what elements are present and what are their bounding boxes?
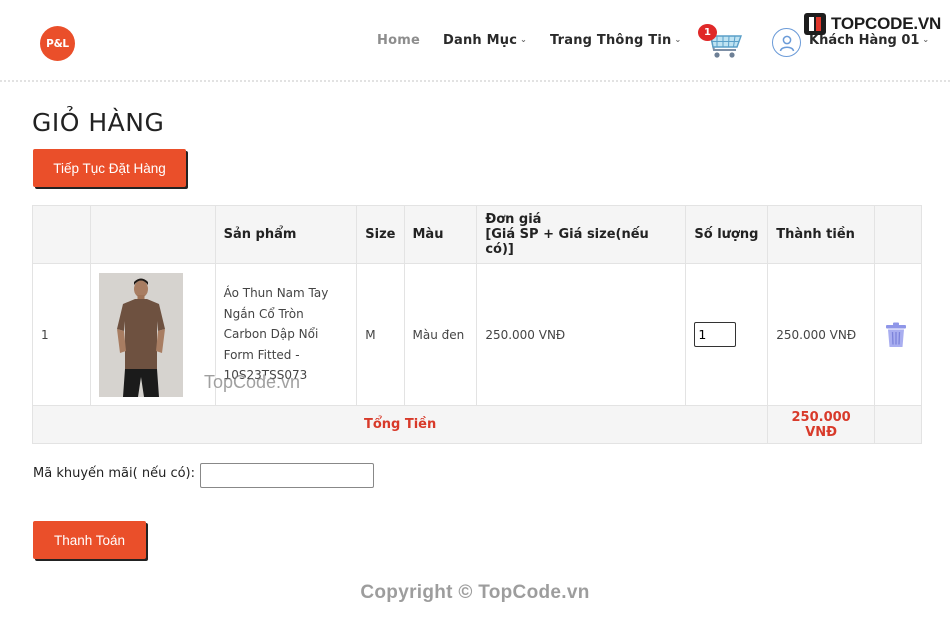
header-unit-price-line1: Đơn giá	[485, 212, 542, 227]
watermark-center: TopCode.vn	[204, 372, 301, 392]
cart-button[interactable]: 1	[698, 24, 744, 60]
copyright-watermark: Copyright © TopCode.vn	[360, 582, 590, 603]
product-name[interactable]: Áo Thun Nam Tay Ngắn Cổ Tròn Carbon Dập …	[224, 283, 349, 386]
row-subtotal: 250.000 VNĐ	[767, 263, 875, 406]
header-subtotal: Thành tiền	[767, 205, 875, 264]
header-quantity: Số lượng	[685, 205, 769, 264]
row-color: Màu đen	[403, 263, 478, 406]
header-action	[874, 205, 922, 264]
header-size: Size	[356, 205, 405, 264]
row-unit-price: 250.000 VNĐ	[476, 263, 687, 406]
total-empty-cell	[874, 405, 922, 444]
watermark-brand-text: TOPCODE.VN	[831, 14, 942, 33]
user-avatar[interactable]	[772, 28, 801, 57]
nav-home-label: Home	[377, 33, 420, 48]
topcode-logo-icon	[804, 13, 826, 35]
total-row: Tổng Tiền 250.000 VNĐ	[31, 405, 922, 444]
product-photo	[98, 272, 183, 397]
row-size: M	[356, 263, 405, 406]
cart-count-badge: 1	[698, 24, 717, 41]
nav-categories-label: Danh Mục	[443, 33, 518, 48]
cart-count: 1	[704, 27, 711, 38]
header-image	[89, 205, 216, 264]
site-logo[interactable]: P&L	[40, 26, 75, 61]
table-header-row: Sản phẩm Size Màu Đơn giá [Giá SP + Giá …	[32, 205, 922, 264]
chevron-down-icon: ⌄	[674, 35, 682, 44]
header-product: Sản phẩm	[214, 205, 358, 264]
row-quantity-cell	[685, 263, 769, 406]
quantity-input[interactable]	[694, 322, 737, 347]
chevron-down-icon: ⌄	[520, 35, 528, 44]
cart-table: Sản phẩm Size Màu Đơn giá [Giá SP + Giá …	[31, 205, 922, 444]
user-icon	[779, 35, 794, 51]
watermark-brand: TOPCODE.VN	[803, 11, 941, 37]
nav-info-label: Trang Thông Tin	[550, 33, 672, 48]
site-header: P&L Home Danh Mục⌄ Trang Thông Tin⌄ 1	[0, 0, 950, 82]
promo-code-input[interactable]	[200, 463, 374, 488]
product-image[interactable]	[98, 272, 183, 397]
trash-icon[interactable]	[885, 322, 907, 348]
checkout-button[interactable]: Thanh Toán	[33, 521, 146, 559]
row-action-cell	[874, 263, 922, 406]
table-row: 1 Áo Thun Nam Tay Ngắn Cổ Tròn Carbon Dậ…	[32, 263, 922, 406]
row-index: 1	[32, 263, 91, 406]
header-color: Màu	[403, 205, 478, 264]
total-label: Tổng Tiền	[31, 405, 769, 444]
logo-text: P&L	[46, 37, 69, 50]
nav-categories[interactable]: Danh Mục ⌄	[443, 33, 527, 48]
header-unit-price: Đơn giá [Giá SP + Giá size(nếu có)]	[476, 205, 687, 264]
continue-shopping-button[interactable]: Tiếp Tục Đặt Hàng	[33, 149, 186, 187]
page-title: GIỎ HÀNG	[32, 108, 165, 137]
promo-code-label: Mã khuyến mãi( nếu có):	[33, 466, 195, 481]
header-index	[32, 205, 91, 264]
nav-info[interactable]: Trang Thông Tin ⌄	[550, 33, 681, 48]
header-unit-price-line2: [Giá SP + Giá size(nếu có)]	[485, 227, 649, 257]
row-image-cell	[89, 263, 216, 406]
total-value: 250.000 VNĐ	[767, 405, 875, 444]
nav-home[interactable]: Home	[377, 33, 420, 48]
